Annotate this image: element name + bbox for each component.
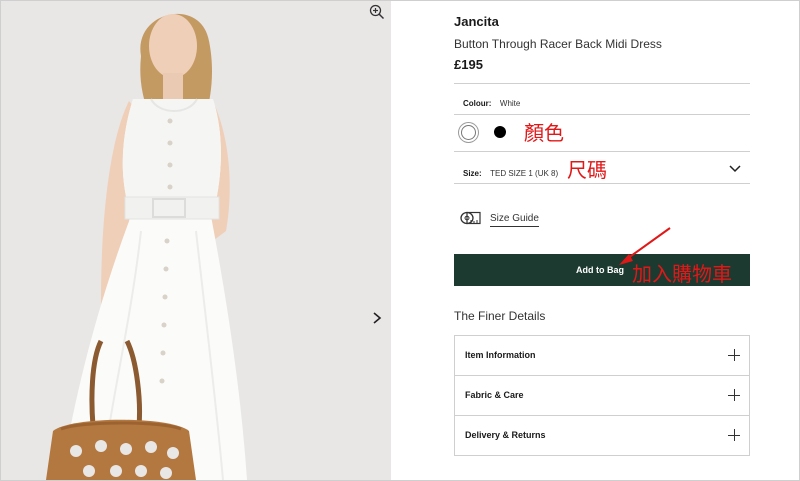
plus-icon [728,389,740,401]
size-select[interactable]: Size: TED SIZE 1 (UK 8) [463,163,558,181]
zoom-in-icon[interactable] [368,3,386,21]
swatch-black[interactable] [494,126,506,138]
accordion-delivery-returns[interactable]: Delivery & Returns [454,415,750,456]
size-label: Size: [463,169,482,178]
product-photo [1,1,391,480]
accordion-label: Item Information [465,350,536,360]
size-guide-link[interactable]: Size Guide [490,213,539,227]
finer-details-heading: The Finer Details [454,309,546,323]
colour-selection-label: Colour: White [463,93,520,111]
swatch-white[interactable] [461,125,476,140]
divider [454,83,750,84]
product-price: £195 [454,57,483,72]
size-value: TED SIZE 1 (UK 8) [490,169,559,178]
plus-icon [728,349,740,361]
divider [454,114,750,115]
divider [454,151,750,152]
colour-value: White [499,99,521,108]
product-image[interactable] [1,1,391,480]
product-info-panel: Jancita Button Through Racer Back Midi D… [391,0,798,479]
annotation-add-to-bag: 加入購物車 [632,262,732,286]
divider [454,183,750,184]
chevron-right-icon[interactable] [369,310,385,326]
plus-icon [728,429,740,441]
annotation-size: 尺碼 [567,158,607,182]
accordion-label: Delivery & Returns [465,430,546,440]
annotation-colour: 顏色 [524,121,564,145]
chevron-down-icon[interactable] [729,164,741,174]
accordion-item-information[interactable]: Item Information [454,335,750,376]
accordion-label: Fabric & Care [465,390,524,400]
product-name: Button Through Racer Back Midi Dress [454,37,662,51]
accordion-fabric-care[interactable]: Fabric & Care [454,375,750,416]
measuring-tape-icon [460,211,481,225]
product-brand: Jancita [454,14,499,29]
colour-label: Colour: [463,99,492,108]
